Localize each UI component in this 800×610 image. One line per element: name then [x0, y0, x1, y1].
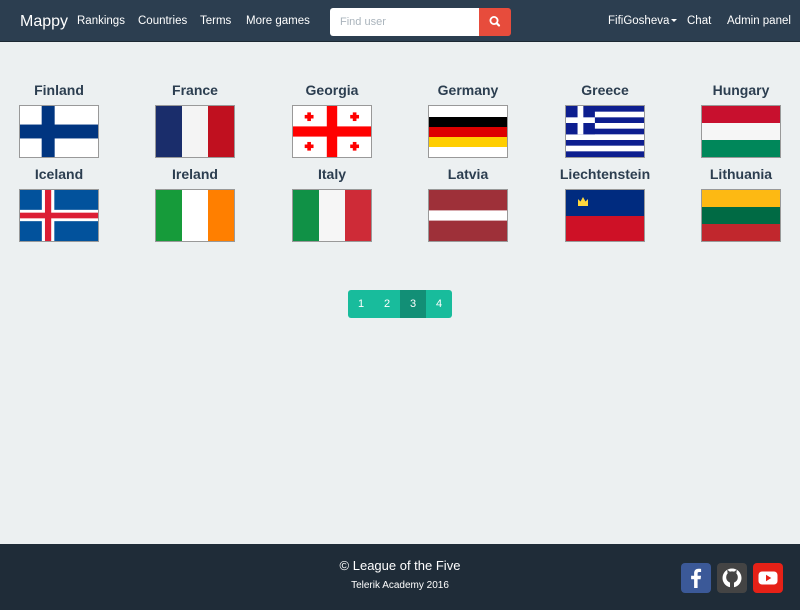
hungary-flag[interactable]	[701, 105, 781, 158]
page-button-1[interactable]: 1	[348, 290, 374, 318]
country-card-georgia[interactable]: Georgia	[272, 81, 392, 158]
page-button-4[interactable]: 4	[426, 290, 452, 318]
country-card-germany[interactable]: Germany	[408, 81, 528, 158]
finland-flag[interactable]	[19, 105, 99, 158]
georgia-flag[interactable]	[292, 105, 372, 158]
nav-link-rankings[interactable]: Rankings	[77, 15, 125, 27]
liechtenstein-flag[interactable]	[565, 189, 645, 242]
country-card-iceland[interactable]: Iceland	[0, 165, 119, 242]
italy-flag[interactable]	[292, 189, 372, 242]
country-name: Latvia	[447, 166, 489, 182]
country-name: Hungary	[712, 82, 770, 98]
nav-link-chat[interactable]: Chat	[687, 15, 711, 27]
country-name: Greece	[581, 82, 629, 98]
country-card-latvia[interactable]: Latvia	[408, 165, 528, 242]
footer-title: © League of the Five	[339, 558, 461, 573]
country-name: Iceland	[34, 166, 84, 182]
facebook-icon	[691, 568, 702, 588]
page-button-3-active[interactable]: 3	[400, 290, 426, 318]
nav-link-admin-panel[interactable]: Admin panel	[727, 15, 791, 27]
navbar: Mappy Rankings Countries Terms More game…	[0, 0, 800, 42]
youtube-icon	[758, 571, 778, 585]
country-name: Italy	[317, 166, 346, 182]
country-name: Liechtenstein	[559, 166, 651, 182]
greece-flag[interactable]	[565, 105, 645, 158]
country-card-italy[interactable]: Italy	[272, 165, 392, 242]
youtube-button[interactable]	[753, 563, 783, 593]
germany-flag[interactable]	[428, 105, 508, 158]
github-button[interactable]	[717, 563, 747, 593]
country-card-france[interactable]: France	[135, 81, 255, 158]
country-name: France	[172, 82, 218, 98]
nav-link-terms[interactable]: Terms	[200, 15, 231, 27]
search-button[interactable]	[479, 8, 511, 36]
country-name: Lithuania	[709, 166, 773, 182]
facebook-button[interactable]	[681, 563, 711, 593]
country-card-greece[interactable]: Greece	[545, 81, 665, 158]
nav-link-countries[interactable]: Countries	[138, 15, 187, 27]
country-name: Germany	[437, 82, 499, 98]
lithuania-flag[interactable]	[701, 189, 781, 242]
search-input[interactable]	[330, 8, 479, 36]
brand-link[interactable]: Mappy	[20, 13, 68, 31]
country-card-hungary[interactable]: Hungary	[681, 81, 800, 158]
latvia-flag[interactable]	[428, 189, 508, 242]
country-card-lithuania[interactable]: Lithuania	[681, 165, 800, 242]
search-icon	[489, 15, 501, 27]
user-menu-label: FifiGosheva	[608, 15, 670, 27]
nav-link-more-games[interactable]: More games	[246, 15, 310, 27]
country-name: Finland	[34, 82, 84, 98]
github-icon	[722, 568, 742, 588]
page-button-2[interactable]: 2	[374, 290, 400, 318]
france-flag[interactable]	[155, 105, 235, 158]
caret-down-icon	[671, 19, 678, 23]
footer: © League of the Five Telerik Academy 201…	[0, 544, 800, 610]
ireland-flag[interactable]	[155, 189, 235, 242]
country-card-liechtenstein[interactable]: Liechtenstein	[545, 165, 665, 242]
country-card-ireland[interactable]: Ireland	[135, 165, 255, 242]
country-name: Georgia	[305, 82, 359, 98]
country-name: Ireland	[172, 166, 218, 182]
footer-subtitle: Telerik Academy 2016	[351, 580, 449, 591]
iceland-flag[interactable]	[19, 189, 99, 242]
user-menu[interactable]: FifiGosheva	[608, 15, 678, 27]
country-card-finland[interactable]: Finland	[0, 81, 119, 158]
